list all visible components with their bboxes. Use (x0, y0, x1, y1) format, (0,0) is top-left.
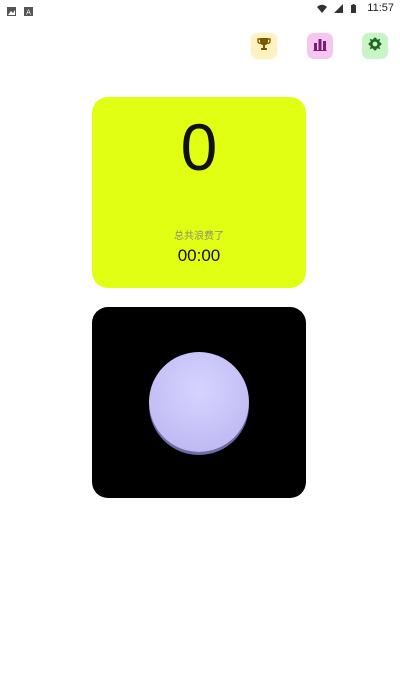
wasted-label: 总共浪费了 (174, 231, 224, 242)
status-bar: A 11:57 (0, 0, 400, 18)
gear-icon (367, 36, 383, 56)
top-actions (0, 30, 400, 62)
timer-value: 00:00 (177, 246, 221, 265)
settings-button[interactable] (362, 33, 388, 59)
a-icon: A (23, 2, 34, 17)
trophy-button[interactable] (251, 33, 277, 59)
stats-button[interactable] (307, 33, 333, 59)
trophy-icon (256, 36, 272, 56)
signal-icon (333, 3, 344, 14)
wifi-icon (316, 3, 328, 14)
bar-chart-icon (312, 36, 328, 56)
svg-text:A: A (26, 9, 31, 17)
tap-button[interactable] (149, 352, 249, 452)
image-icon (6, 2, 17, 16)
status-left: A (6, 2, 34, 17)
counter-value: 0 (180, 110, 218, 184)
status-right: 11:57 (316, 2, 394, 14)
battery-icon (350, 3, 361, 14)
status-time: 11:57 (367, 2, 394, 14)
button-card (92, 307, 306, 498)
stats-card: 0 总共浪费了 00:00 (92, 97, 306, 288)
